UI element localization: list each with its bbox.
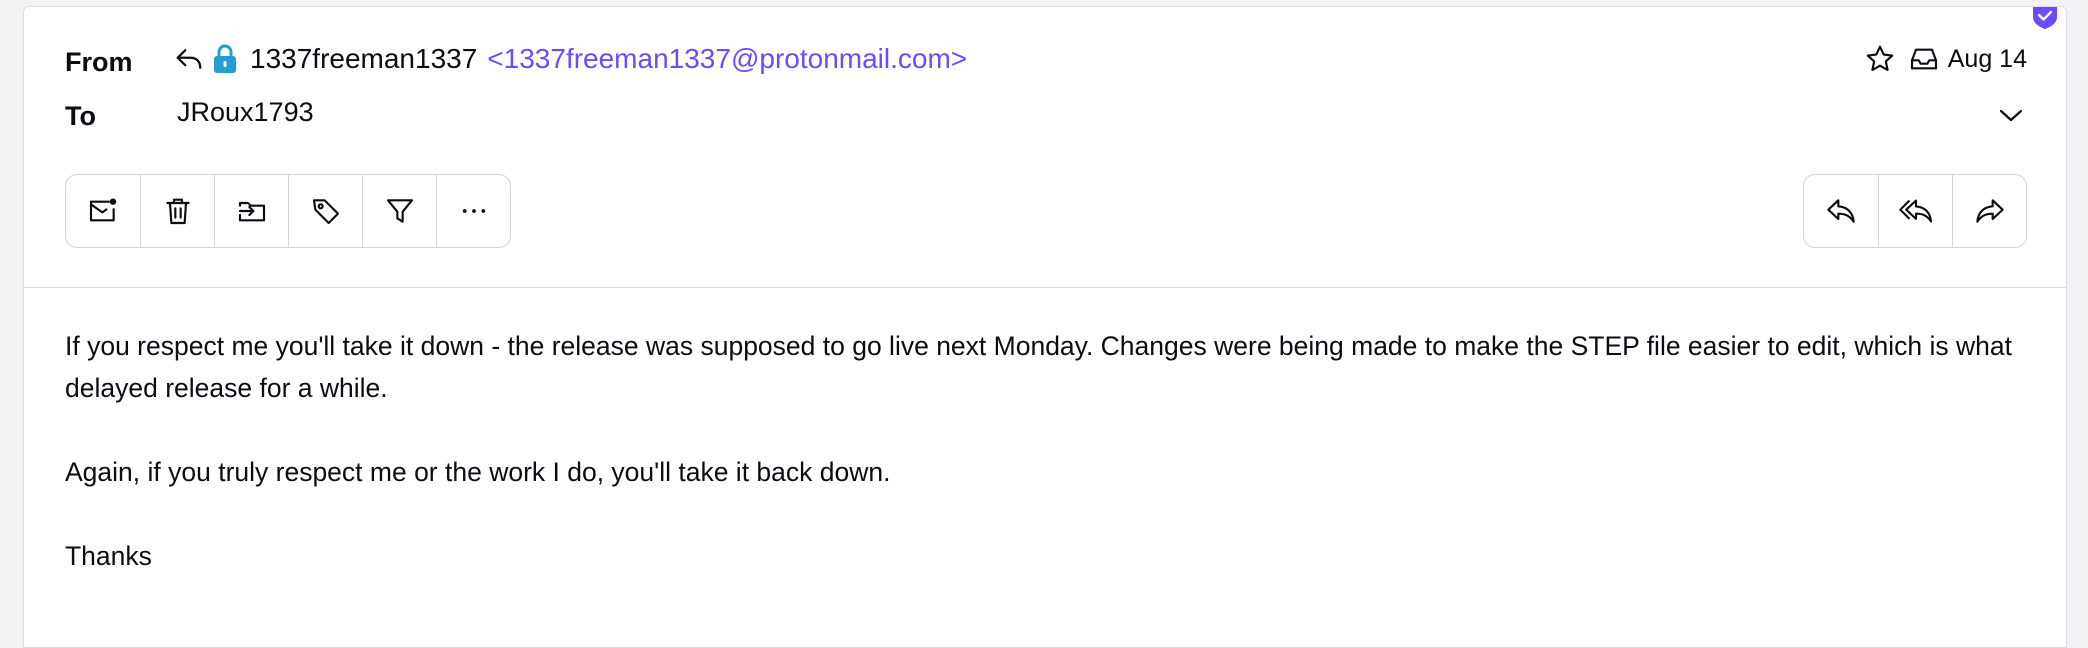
inbox-icon[interactable] — [1908, 43, 1940, 75]
to-label: To — [65, 101, 96, 131]
more-actions-button[interactable] — [436, 175, 510, 247]
delete-button[interactable] — [140, 175, 214, 247]
forward-icon — [1975, 199, 2004, 223]
reply-button[interactable] — [1804, 175, 1878, 247]
move-to-button[interactable] — [214, 175, 288, 247]
reply-all-icon — [1898, 199, 1932, 223]
reply-icon — [174, 44, 204, 74]
lock-icon[interactable] — [212, 44, 238, 74]
message-actions-toolbar — [65, 174, 511, 248]
forward-button[interactable] — [1952, 175, 2026, 247]
sender-name[interactable]: 1337freeman1337 — [250, 43, 477, 75]
sender-address[interactable]: <1337freeman1337@protonmail.com> — [487, 43, 967, 75]
shield-check-icon[interactable] — [2031, 7, 2059, 29]
header-divider — [24, 287, 2066, 288]
message-meta: Aug 14 — [1864, 43, 2027, 75]
sender-row: 1337freeman1337 <1337freeman1337@protonm… — [174, 39, 967, 79]
move-to-icon — [238, 201, 265, 222]
more-icon — [462, 209, 485, 213]
message-body: If you respect me you'll take it down - … — [65, 325, 2025, 577]
trash-icon — [165, 198, 190, 225]
reply-icon — [1827, 199, 1855, 223]
message-date: Aug 14 — [1947, 44, 2027, 73]
body-paragraph: Again, if you truly respect me or the wo… — [65, 457, 891, 487]
mark-unread-icon — [89, 198, 117, 222]
reply-actions-toolbar — [1803, 174, 2027, 248]
label-icon — [312, 199, 339, 225]
reply-all-button[interactable] — [1878, 175, 1952, 247]
body-paragraph: If you respect me you'll take it down - … — [65, 331, 2012, 403]
body-signoff: Thanks — [65, 541, 152, 571]
filter-button[interactable] — [362, 175, 436, 247]
chevron-down-icon[interactable] — [1998, 107, 2024, 130]
from-label: From — [65, 47, 133, 77]
message-card: From To 1337freeman1337 <1337freeman1337… — [23, 6, 2067, 648]
star-icon[interactable] — [1864, 43, 1896, 75]
recipient-name[interactable]: JRoux1793 — [177, 97, 314, 128]
mark-unread-button[interactable] — [66, 175, 140, 247]
filter-icon — [386, 199, 413, 223]
label-button[interactable] — [288, 175, 362, 247]
